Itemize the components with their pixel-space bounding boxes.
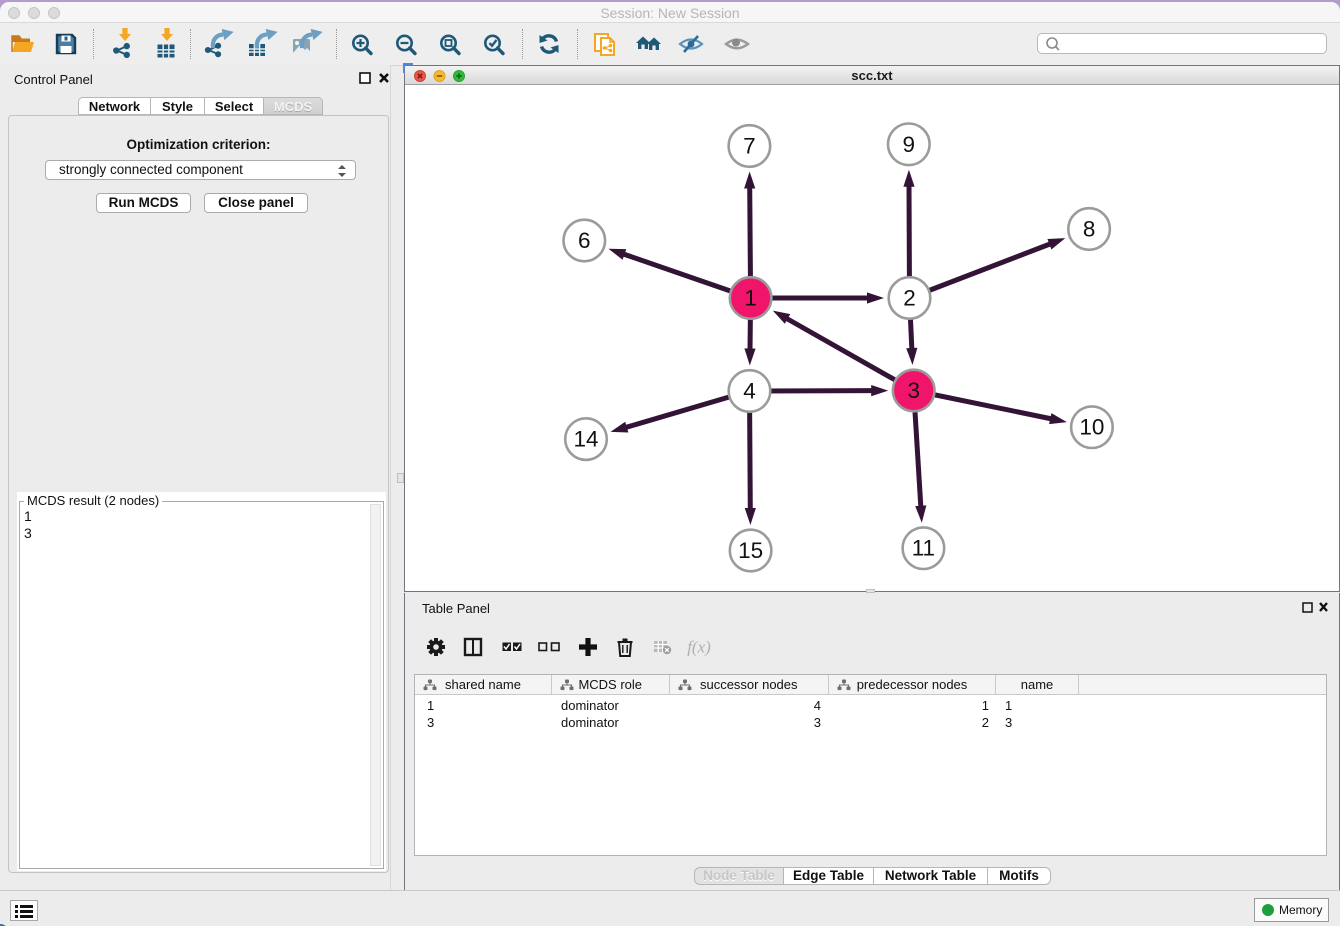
svg-text:14: 14 bbox=[573, 427, 598, 452]
svg-text:9: 9 bbox=[903, 132, 916, 157]
svg-text:7: 7 bbox=[743, 134, 756, 159]
svg-text:15: 15 bbox=[738, 538, 763, 563]
svg-text:f(x): f(x) bbox=[687, 638, 711, 657]
svg-text:6: 6 bbox=[578, 228, 591, 253]
svg-text:3: 3 bbox=[907, 378, 920, 403]
svg-text:10: 10 bbox=[1079, 415, 1104, 440]
svg-text:4: 4 bbox=[743, 379, 756, 404]
svg-text:2: 2 bbox=[903, 286, 916, 311]
svg-text:1: 1 bbox=[744, 286, 757, 311]
svg-text:8: 8 bbox=[1083, 217, 1096, 242]
svg-text:11: 11 bbox=[912, 536, 935, 561]
